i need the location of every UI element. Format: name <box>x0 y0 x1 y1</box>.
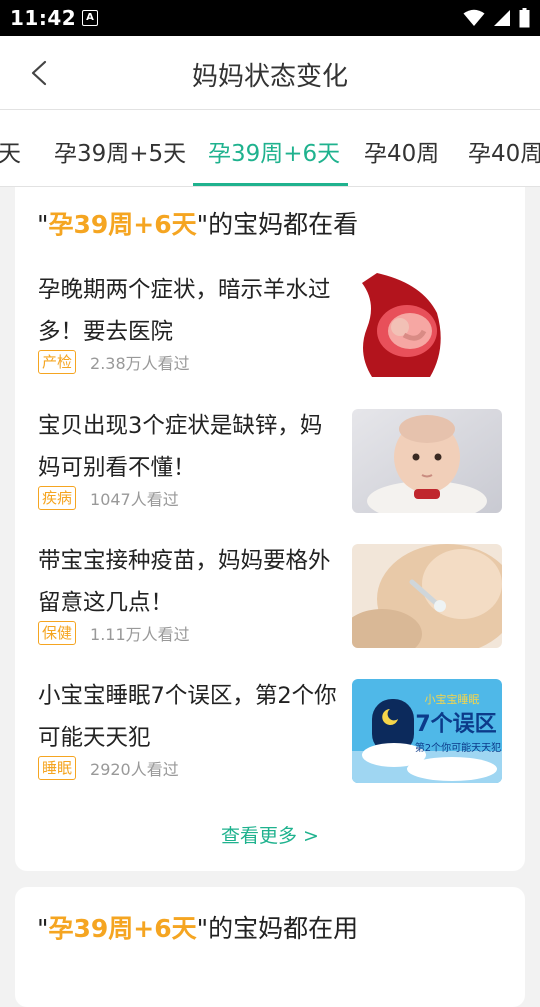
article-thumbnail <box>352 409 502 513</box>
clock: 11:42 <box>10 6 77 30</box>
article-thumbnail <box>352 544 502 648</box>
page-title: 妈妈状态变化 <box>191 62 348 92</box>
thumb-text-line3: 第2个你可能天天犯 <box>415 741 501 754</box>
view-more-link[interactable]: 查看更多 > <box>15 821 525 848</box>
week-tabs: 天 孕39周+5天 孕39周+6天 孕40周 孕40周 <box>0 110 540 187</box>
article-thumbnail <box>352 273 502 377</box>
article-title: 宝贝出现3个症状是缺锌，妈妈可别看不懂！ <box>38 413 323 481</box>
active-tab-indicator <box>193 183 348 186</box>
week-highlight: 孕39周+6天 <box>48 914 197 943</box>
article-tag: 疾病 <box>38 486 77 510</box>
view-count: 1.11万人看过 <box>90 625 190 644</box>
thumb-text-line1: 小宝宝睡眠 <box>425 692 480 706</box>
article-tag: 保健 <box>38 621 77 645</box>
view-count: 1047人看过 <box>90 490 179 509</box>
section-title: "孕39周+6天"的宝妈都在看 <box>37 210 359 239</box>
week-highlight: 孕39周+6天 <box>48 210 197 239</box>
article-tag: 睡眠 <box>38 756 77 780</box>
article-title: 孕晚期两个症状，暗示羊水过多！要去医院 <box>38 277 331 345</box>
article-thumbnail: 小宝宝睡眠 7个误区 第2个你可能天天犯 <box>352 679 502 783</box>
section-title: "孕39周+6天"的宝妈都在用 <box>37 914 359 943</box>
article-meta: 产检 2.38万人看过 <box>38 349 190 375</box>
status-bar: 11:42 A <box>0 0 540 36</box>
article-meta: 保健 1.11万人看过 <box>38 620 190 646</box>
article-meta: 疾病 1047人看过 <box>38 485 179 511</box>
popular-articles-card: "孕39周+6天"的宝妈都在看 孕晚期两个症状，暗示羊水过多！要去医院 产检 2… <box>15 187 525 871</box>
article-title: 小宝宝睡眠7个误区，第2个你可能天天犯 <box>38 683 337 751</box>
system-icons <box>463 8 530 28</box>
notification-icon: A <box>82 10 98 26</box>
popular-tools-card: "孕39周+6天"的宝妈都在用 <box>15 887 525 1007</box>
wifi-icon <box>463 9 485 26</box>
tab-day-partial[interactable]: 天 <box>0 134 21 168</box>
tab-39w6d[interactable]: 孕39周+6天 <box>208 134 340 168</box>
battery-icon <box>519 8 530 28</box>
article-item[interactable]: 宝贝出现3个症状是缺锌，妈妈可别看不懂！ 疾病 1047人看过 <box>15 405 525 513</box>
article-title: 带宝宝接种疫苗，妈妈要格外留意这几点！ <box>38 548 331 616</box>
app-header: 妈妈状态变化 <box>0 36 540 110</box>
article-meta: 睡眠 2920人看过 <box>38 755 179 781</box>
view-count: 2920人看过 <box>90 760 179 779</box>
article-item[interactable]: 带宝宝接种疫苗，妈妈要格外留意这几点！ 保健 1.11万人看过 <box>15 540 525 648</box>
article-item[interactable]: 孕晚期两个症状，暗示羊水过多！要去医院 产检 2.38万人看过 <box>15 269 525 377</box>
signal-icon <box>494 10 510 26</box>
view-count: 2.38万人看过 <box>90 354 190 373</box>
tab-40w[interactable]: 孕40周 <box>364 134 439 168</box>
article-tag: 产检 <box>38 350 77 374</box>
tab-39w5d[interactable]: 孕39周+5天 <box>54 134 186 168</box>
tab-40w-next[interactable]: 孕40周 <box>468 134 540 168</box>
article-item[interactable]: 小宝宝睡眠7个误区，第2个你可能天天犯 睡眠 2920人看过 小宝宝睡眠 7个误… <box>15 675 525 783</box>
thumb-text-line2: 7个误区 <box>415 712 496 737</box>
